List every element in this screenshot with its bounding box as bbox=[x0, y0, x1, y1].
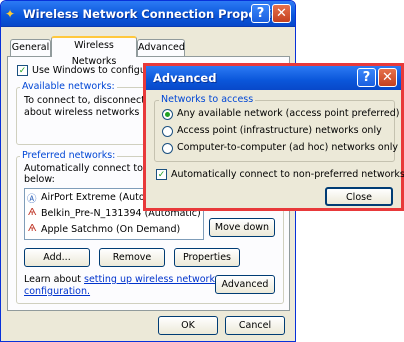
help-button[interactable]: ? bbox=[251, 4, 270, 23]
window-title: Wireless Network Connection Properties bbox=[23, 7, 286, 21]
preferred-networks-label: Preferred networks: bbox=[20, 150, 118, 161]
wireless-antenna-icon: Ѧ bbox=[28, 207, 37, 218]
add-button[interactable]: Add... bbox=[24, 248, 90, 267]
use-windows-checkbox[interactable]: ✓ bbox=[17, 65, 28, 76]
close-button[interactable]: Close bbox=[325, 187, 393, 206]
help-button[interactable]: ? bbox=[357, 68, 376, 87]
tab-wireless-networks[interactable]: Wireless Networks bbox=[51, 36, 137, 67]
any-network-label: Any available network (access point pref… bbox=[177, 108, 400, 119]
wireless-antenna-icon: Ѧ bbox=[28, 223, 37, 234]
close-icon[interactable]: ✕ bbox=[272, 4, 291, 23]
cancel-button[interactable]: Cancel bbox=[225, 316, 285, 335]
advanced-dialog: Advanced ? ✕ Networks to access Any avai… bbox=[143, 63, 404, 211]
access-point-label: Access point (infrastructure) networks o… bbox=[177, 125, 382, 136]
any-network-radio[interactable] bbox=[162, 109, 173, 120]
auto-connect-checkbox[interactable]: ✓ bbox=[156, 169, 167, 180]
auto-connect-label: Automatically connect to non-preferred n… bbox=[171, 169, 404, 180]
dialog-title: Advanced bbox=[153, 71, 217, 85]
move-down-button[interactable]: Move down bbox=[209, 218, 275, 237]
tab-general[interactable]: General bbox=[10, 39, 51, 56]
network-icon: ✦ bbox=[5, 7, 16, 21]
close-icon[interactable]: ✕ bbox=[378, 68, 397, 87]
wireless-antenna-icon: Ⓐ bbox=[27, 194, 37, 205]
ad-hoc-label: Computer-to-computer (ad hoc) networks o… bbox=[177, 142, 399, 153]
dialog-title-bar[interactable]: Advanced ? ✕ bbox=[146, 66, 401, 90]
advanced-button[interactable]: Advanced bbox=[215, 275, 275, 294]
setup-wireless-link[interactable]: setting up wireless network bbox=[84, 274, 215, 285]
list-item[interactable]: Ѧ Apple Satchmo (On Demand) bbox=[27, 223, 201, 237]
ad-hoc-radio[interactable] bbox=[162, 143, 173, 154]
tab-advanced[interactable]: Advanced bbox=[137, 39, 185, 56]
access-point-radio[interactable] bbox=[162, 126, 173, 137]
networks-to-access-label: Networks to access bbox=[159, 94, 256, 105]
learn-about-text: Learn about bbox=[24, 274, 81, 285]
title-bar[interactable]: ✦ Wireless Network Connection Properties… bbox=[1, 1, 295, 27]
setup-wireless-link-cont[interactable]: configuration. bbox=[24, 286, 90, 297]
available-networks-label: Available networks: bbox=[20, 81, 117, 92]
ok-button[interactable]: OK bbox=[158, 316, 218, 335]
properties-button[interactable]: Properties bbox=[174, 248, 240, 267]
preferred-networks-desc-2: below: bbox=[24, 174, 55, 185]
remove-button[interactable]: Remove bbox=[99, 248, 165, 267]
network-name: Apple Satchmo (On Demand) bbox=[41, 224, 181, 235]
